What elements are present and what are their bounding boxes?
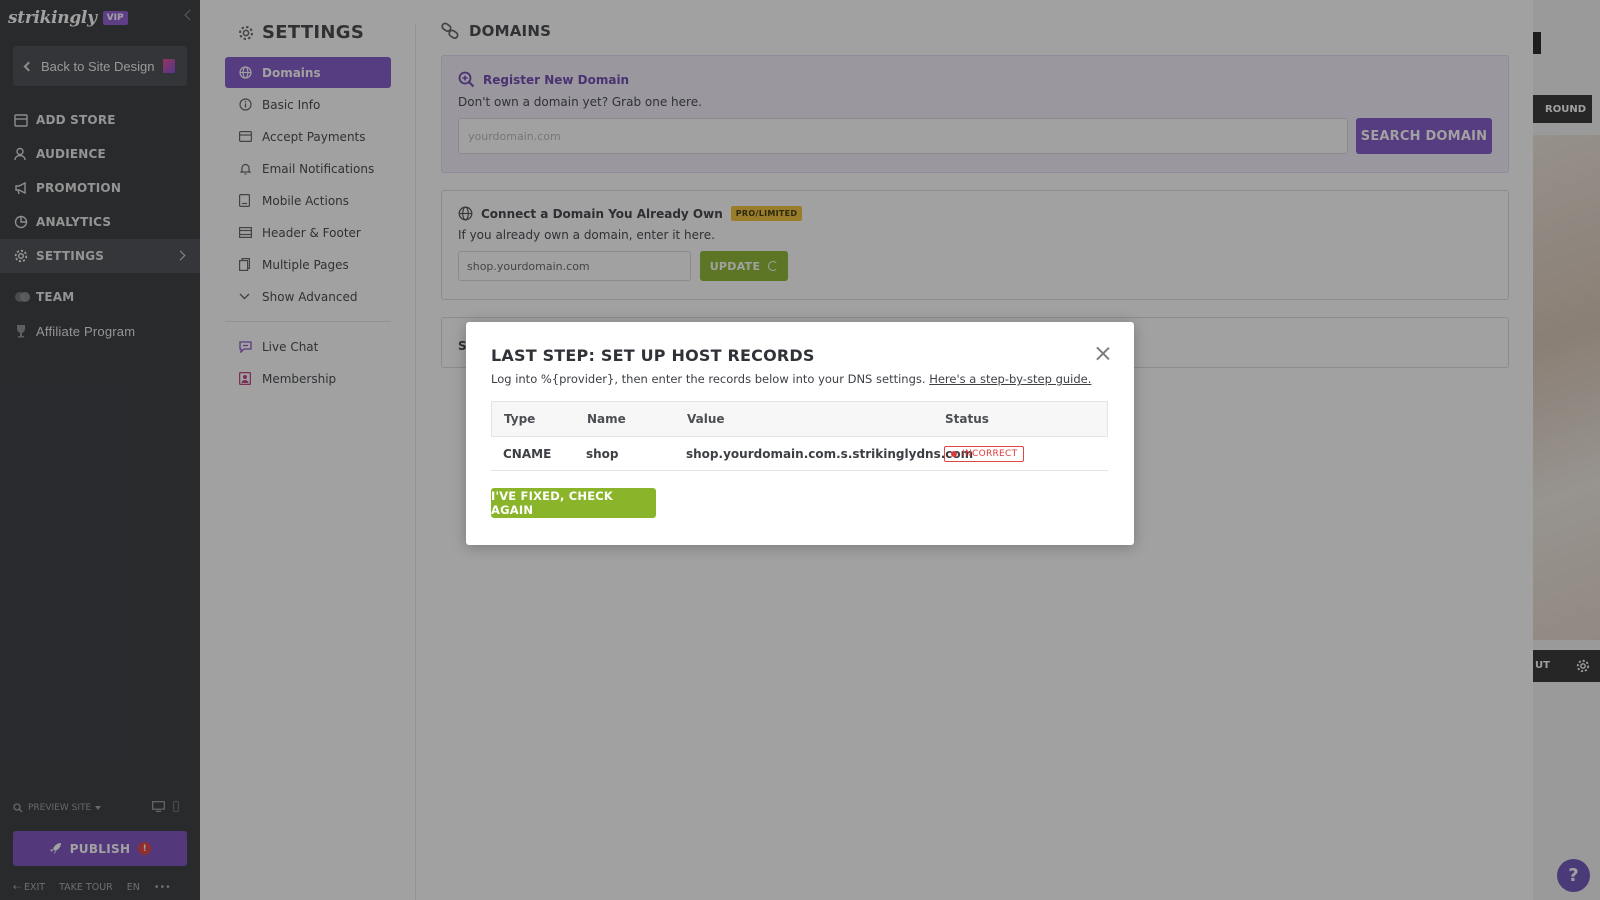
- step-by-step-guide-link[interactable]: Here's a step-by-step guide.: [929, 372, 1091, 386]
- table-row: CNAME shop shop.yourdomain.com.s.strikin…: [491, 437, 1108, 471]
- record-name: shop: [586, 446, 619, 461]
- error-dot-icon: [951, 450, 957, 457]
- column-header-value: Value: [687, 412, 725, 426]
- column-header-status: Status: [945, 412, 989, 426]
- column-header-name: Name: [587, 412, 626, 426]
- table-header: Type Name Value Status: [491, 402, 1108, 437]
- dns-records-table: Type Name Value Status CNAME shop shop.y…: [491, 401, 1108, 471]
- host-records-modal: LAST STEP: SET UP HOST RECORDS Log into …: [466, 322, 1134, 545]
- close-icon[interactable]: [1096, 346, 1110, 360]
- record-status: INCORRECT: [940, 445, 1108, 462]
- modal-description: Log into %{provider}, then enter the rec…: [491, 372, 1092, 386]
- column-header-type: Type: [504, 412, 536, 426]
- status-badge: INCORRECT: [944, 445, 1025, 462]
- check-again-button[interactable]: I'VE FIXED, CHECK AGAIN: [491, 488, 656, 518]
- record-type: CNAME: [503, 446, 552, 461]
- modal-title: LAST STEP: SET UP HOST RECORDS: [491, 346, 815, 365]
- record-value: shop.yourdomain.com.s.strikinglydns.com: [686, 446, 974, 461]
